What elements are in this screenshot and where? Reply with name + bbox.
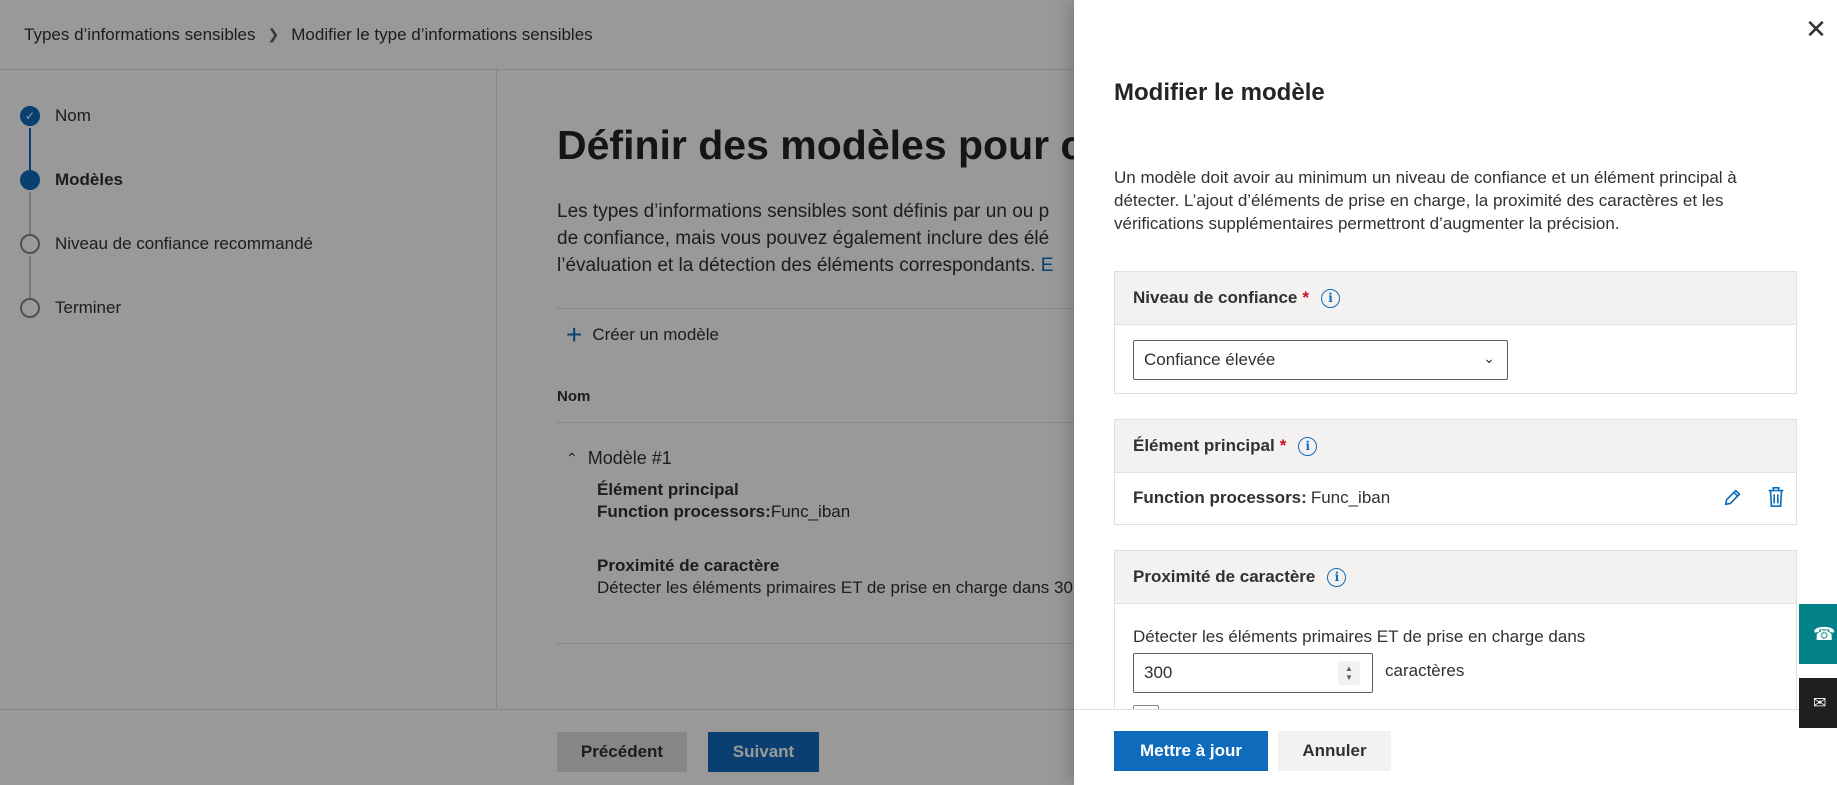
desc-line: détecter. L’ajout d’éléments de prise en… [1114,191,1724,210]
primary-element-value: Func_iban [1310,488,1391,507]
proximity-section: Proximité de caractère i Détecter les él… [1114,550,1797,720]
headset-icon[interactable]: ☎ [1799,604,1837,664]
primary-element-section: Élément principal * i Function processor… [1114,419,1797,525]
spinner-icon[interactable]: ▲ ▼ [1338,661,1360,685]
chevron-down-icon: ⌄ [1483,350,1495,366]
primary-element-key: Function processors: [1133,488,1307,507]
feedback-icon[interactable]: ✉ [1799,678,1837,728]
edit-model-panel: ✕ Modifier le modèle Un modèle doit avoi… [1074,0,1837,785]
primary-element-header: Élément principal * i [1115,420,1796,473]
confidence-heading: Niveau de confiance [1133,288,1298,307]
delete-icon[interactable] [1766,486,1786,513]
info-icon[interactable]: i [1321,288,1341,308]
required-mark: * [1279,436,1287,455]
proximity-number-input[interactable]: 300 ▲ ▼ [1133,653,1373,693]
proximity-value: 300 [1144,663,1173,682]
close-icon[interactable]: ✕ [1801,14,1831,44]
required-mark: * [1302,288,1310,307]
confidence-section: Niveau de confiance * i Confiance élevée… [1114,271,1797,394]
panel-title: Modifier le modèle [1114,79,1325,106]
confidence-dropdown[interactable]: Confiance élevée ⌄ [1133,340,1508,380]
proximity-heading: Proximité de caractère [1133,567,1316,586]
update-button[interactable]: Mettre à jour [1114,731,1268,771]
primary-element-heading: Élément principal [1133,436,1275,455]
cancel-button[interactable]: Annuler [1278,731,1391,771]
panel-footer: Mettre à jour Annuler [1074,709,1837,785]
desc-line: Un modèle doit avoir au minimum un nivea… [1114,168,1737,187]
proximity-header: Proximité de caractère i [1115,551,1796,604]
desc-line: vérifications supplémentaires permettron… [1114,214,1620,233]
primary-element-row: Function processors: Func_iban [1115,473,1796,523]
info-icon[interactable]: i [1327,567,1347,587]
proximity-unit: caractères [1385,661,1465,680]
modal-overlay[interactable] [0,0,1074,785]
proximity-text: Détecter les éléments primaires ET de pr… [1133,627,1586,646]
edit-icon[interactable] [1722,486,1744,513]
panel-description: Un modèle doit avoir au minimum un nivea… [1114,166,1764,235]
confidence-header: Niveau de confiance * i [1115,272,1796,325]
confidence-selected-value: Confiance élevée [1144,350,1276,369]
info-icon[interactable]: i [1298,436,1318,456]
